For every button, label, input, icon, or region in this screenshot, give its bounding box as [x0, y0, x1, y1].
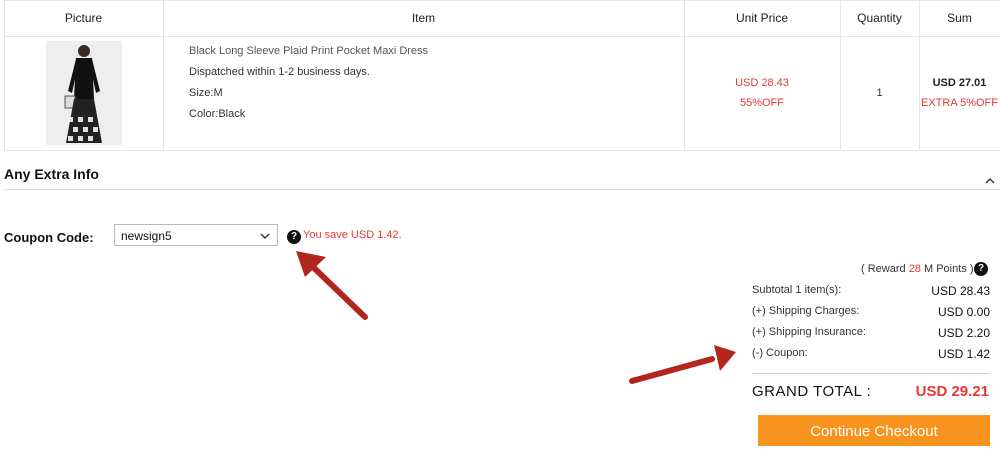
product-image[interactable]: [46, 41, 122, 145]
summary-amount: USD 1.42: [937, 347, 990, 361]
extra-info-divider: [4, 189, 1000, 190]
header-sum: Sum: [947, 11, 972, 25]
reward-prefix: ( Reward: [861, 263, 909, 275]
grand-total-label: GRAND TOTAL :: [752, 383, 872, 400]
table-border-bottom: [4, 150, 1000, 151]
product-name[interactable]: Black Long Sleeve Plaid Print Pocket Max…: [189, 45, 428, 57]
arrow-to-coupon-summary: [629, 345, 736, 384]
summary-label: (+) Shipping Insurance:: [752, 326, 867, 338]
chevron-up-icon[interactable]: [985, 173, 995, 184]
coupon-select[interactable]: newsign5: [114, 224, 278, 246]
summary-amount: USD 0.00: [937, 305, 990, 319]
product-color: Color:Black: [189, 108, 246, 120]
question-circle-icon[interactable]: ?: [974, 262, 988, 276]
grand-total-amount: USD 29.21: [915, 383, 989, 400]
header-unit-price: Unit Price: [735, 11, 788, 25]
arrow-to-coupon: [296, 251, 368, 320]
coupon-savings-text: You save USD 1.42.: [303, 229, 402, 241]
coupon-selected-value: newsign5: [121, 229, 172, 243]
extra-discount: EXTRA 5%OFF: [920, 97, 999, 109]
reward-suffix: M Points ): [920, 263, 974, 275]
summary-label: (-) Coupon:: [752, 347, 808, 359]
grand-total-divider: [752, 373, 989, 374]
summary-label: Subtotal 1 item(s):: [752, 284, 842, 296]
coupon-label: Coupon Code:: [4, 230, 94, 245]
reward-points: ( Reward 28 M Points ): [861, 263, 974, 275]
product-size: Size:M: [189, 87, 223, 99]
header-quantity: Quantity: [857, 11, 902, 25]
sum-value: USD 27.01: [932, 77, 987, 89]
reward-points-value: 28: [908, 263, 921, 275]
header-item: Item: [411, 11, 436, 25]
summary-label: (+) Shipping Charges:: [752, 305, 860, 317]
extra-info-title[interactable]: Any Extra Info: [4, 166, 99, 182]
unit-price: USD 28.43: [735, 77, 789, 89]
header-picture: Picture: [64, 11, 103, 25]
dispatch-info: Dispatched within 1-2 business days.: [189, 66, 370, 78]
header-divider: [4, 36, 1000, 37]
summary-amount: USD 28.43: [931, 284, 990, 298]
continue-checkout-button[interactable]: Continue Checkout: [758, 415, 990, 446]
summary-amount: USD 2.20: [937, 326, 990, 340]
question-circle-icon[interactable]: ?: [287, 230, 301, 244]
discount-badge: 55%OFF: [739, 97, 784, 109]
chevron-down-icon: [259, 230, 271, 240]
quantity-value: 1: [876, 87, 883, 99]
